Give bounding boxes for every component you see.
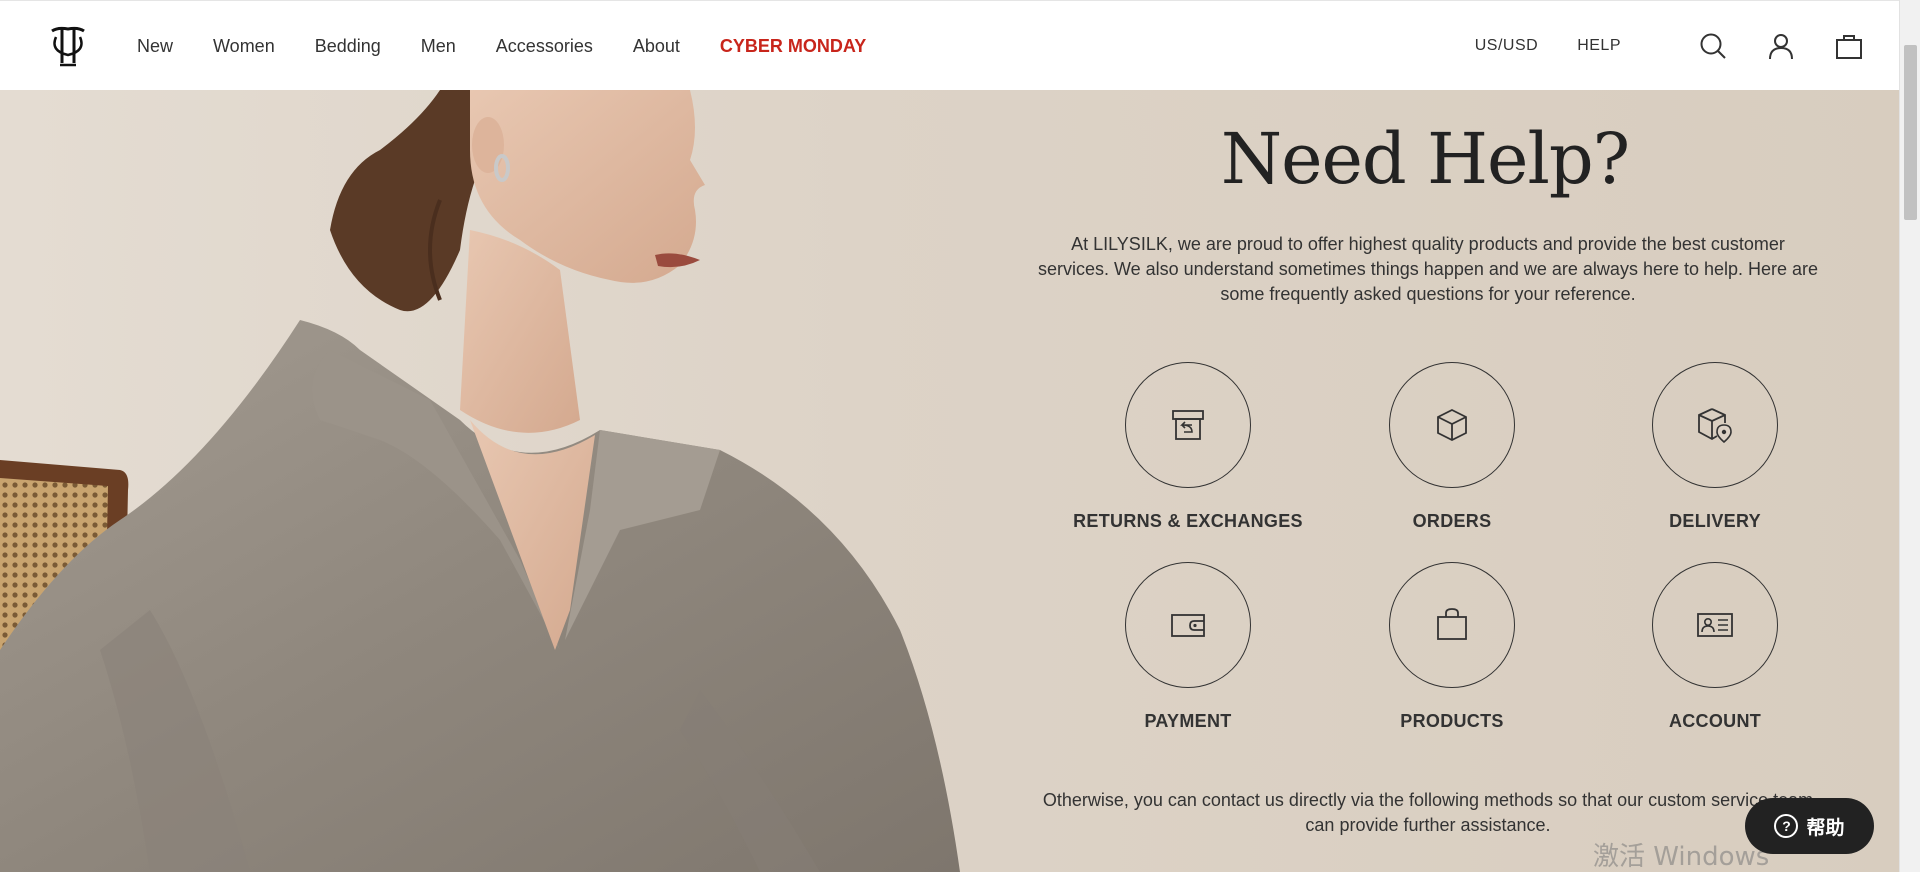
question-circle-icon: ? [1774,814,1799,838]
category-circle[interactable] [1652,562,1778,688]
category-delivery[interactable]: DELIVERY [1595,362,1835,532]
main-nav: New Women Bedding Men Accessories About … [137,1,906,91]
category-label: PAYMENT [1144,711,1232,731]
help-chat-button[interactable]: ? 帮助 [1745,798,1874,854]
category-circle[interactable] [1389,562,1515,688]
windows-activation-watermark: 激活 Windows [1593,842,1770,872]
category-label: ORDERS [1412,511,1492,531]
help-hero: Need Help? At LILYSILK, we are proud to … [0,90,1899,872]
category-payment[interactable]: PAYMENT [1068,562,1308,732]
category-label: DELIVERY [1669,511,1761,531]
shopping-bag-icon [1437,608,1467,640]
category-circle[interactable] [1125,362,1251,488]
lilysilk-monogram-icon[interactable] [48,25,88,67]
category-label: PRODUCTS [1400,711,1504,731]
nav-accessories[interactable]: Accessories [496,36,593,57]
nav-about[interactable]: About [633,36,680,57]
help-chat-label: 帮助 [1806,817,1845,839]
region-currency-selector[interactable]: US/USD [1475,37,1538,55]
category-circle[interactable] [1125,562,1251,688]
nav-women[interactable]: Women [213,36,275,57]
help-content: Need Help? At LILYSILK, we are proud to … [1030,90,1820,872]
category-circle[interactable] [1652,362,1778,488]
nav-men[interactable]: Men [421,36,456,57]
package-icon [1437,408,1467,442]
model-photo [0,90,960,872]
page-title: Need Help? [1220,118,1630,200]
wallet-icon [1171,614,1205,637]
category-orders[interactable]: ORDERS [1332,362,1572,532]
nav-cyber-monday[interactable]: CYBER MONDAY [720,36,866,57]
help-link[interactable]: HELP [1577,37,1621,55]
id-card-icon [1697,613,1733,637]
cart-icon[interactable] [1834,31,1864,61]
category-label: ACCOUNT [1668,711,1762,731]
site-header: New Women Bedding Men Accessories About … [0,0,1899,90]
delivery-location-icon [1698,408,1732,444]
page-scrollbar[interactable] [1899,0,1920,872]
nav-new[interactable]: New [137,36,173,57]
category-products[interactable]: PRODUCTS [1332,562,1572,732]
return-box-icon [1172,410,1204,440]
nav-bedding[interactable]: Bedding [315,36,381,57]
category-label: RETURNS & EXCHANGES [1073,511,1303,531]
category-returns-exchanges[interactable]: RETURNS & EXCHANGES [1068,362,1308,532]
contact-text: Otherwise, you can contact us directly v… [1042,790,1814,835]
category-circle[interactable] [1389,362,1515,488]
scrollbar-thumb[interactable] [1904,45,1917,220]
account-icon[interactable] [1766,31,1796,61]
header-tools: US/USD HELP [1475,1,1864,91]
category-account[interactable]: ACCOUNT [1595,562,1835,732]
search-icon[interactable] [1698,31,1728,61]
intro-text: At LILYSILK, we are proud to offer highe… [1037,234,1819,304]
